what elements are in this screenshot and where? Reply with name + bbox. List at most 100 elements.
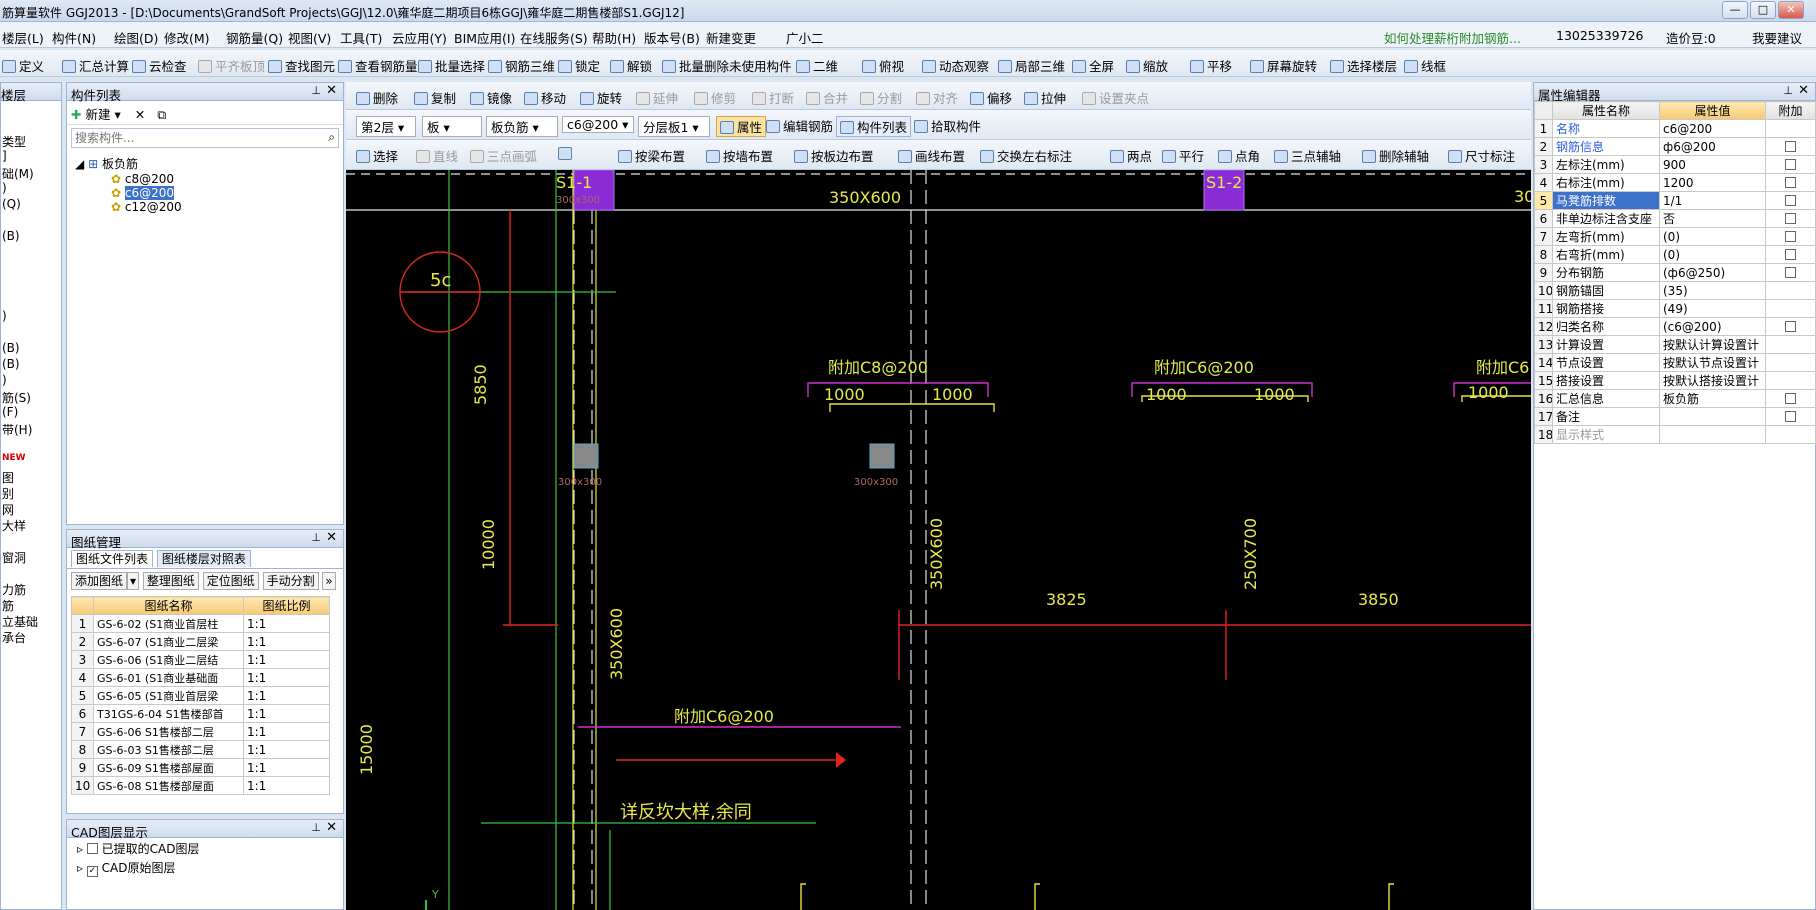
property-value[interactable] xyxy=(1659,425,1766,444)
nav-item[interactable]: 础(M) xyxy=(1,165,61,181)
s1-1-label[interactable]: S1-1 xyxy=(556,173,592,192)
nav-item[interactable]: 力筋 xyxy=(1,581,61,597)
suggest-button[interactable]: 我要建议 xyxy=(1752,28,1802,47)
property-value[interactable]: (ф6@250) xyxy=(1659,263,1766,282)
property-row[interactable]: 17 备注 xyxy=(1534,407,1816,426)
organize-drawing-button[interactable]: 整理图纸 xyxy=(142,572,199,590)
property-row[interactable]: 4 右标注(mm) 1200 xyxy=(1534,173,1816,192)
property-value[interactable]: 板负筋 xyxy=(1659,389,1766,408)
table-row[interactable]: 3 GS-6-06 (S1商业二层结 1:1 xyxy=(71,650,330,669)
toolbar-button[interactable]: 三点画弧 xyxy=(470,146,537,165)
property-row[interactable]: 13 计算设置 按默认计算设置计 xyxy=(1534,335,1816,354)
menu-item[interactable]: BIM应用(I) xyxy=(454,28,516,47)
toolbar-button[interactable]: 旋转 xyxy=(580,88,622,107)
nav-item[interactable] xyxy=(1,261,61,277)
checkbox[interactable] xyxy=(1785,140,1796,152)
layer-select[interactable]: 分层板1 ▾ xyxy=(638,116,710,137)
property-value[interactable]: 1200 xyxy=(1659,173,1766,192)
toolbar-button[interactable]: 按梁布置 xyxy=(618,146,685,165)
property-row[interactable]: 18 显示样式 xyxy=(1534,425,1816,444)
nav-item[interactable]: ] xyxy=(1,149,61,165)
hint-link[interactable]: 如何处理薪桁附加钢筋... xyxy=(1384,28,1521,47)
toolbar-button[interactable]: 局部三维 xyxy=(998,56,1065,75)
nav-item[interactable]: ) xyxy=(1,373,61,389)
nav-item[interactable] xyxy=(1,533,61,549)
toolbar-button[interactable]: 点角 xyxy=(1218,146,1260,165)
toolbar-button[interactable]: 偏移 xyxy=(970,88,1012,107)
nav-item[interactable] xyxy=(1,565,61,581)
toolbar-button[interactable]: 平移 xyxy=(1190,56,1232,75)
table-row[interactable]: 5 GS-6-05 (S1商业首层梁 1:1 xyxy=(71,686,330,705)
search-input[interactable] xyxy=(72,129,302,147)
table-row[interactable]: 6 T31GS-6-04 S1售楼部首 1:1 xyxy=(71,704,330,723)
minimize-button[interactable]: — xyxy=(1722,1,1748,19)
menu-item[interactable]: 帮助(H) xyxy=(592,28,636,47)
rebar-label-4[interactable]: 附加C6@200 xyxy=(674,707,774,726)
nav-item[interactable]: (B) xyxy=(1,341,61,357)
toolbar-button[interactable] xyxy=(558,146,575,161)
property-button[interactable]: 属性 xyxy=(716,116,767,137)
nav-item[interactable]: 筋 xyxy=(1,597,61,613)
rebar-label-2[interactable]: 附加C6@200 xyxy=(1154,358,1254,377)
toolbar-button[interactable]: 缩放 xyxy=(1126,56,1168,75)
toolbar-button[interactable]: 直线 xyxy=(416,146,458,165)
toolbar-button[interactable]: 画线布置 xyxy=(898,146,965,165)
property-row[interactable]: 5 马凳筋排数 1/1 xyxy=(1534,191,1816,210)
tree-item-selected[interactable]: ✿ c6@200 xyxy=(75,186,335,200)
menu-item[interactable]: 在线服务(S) xyxy=(520,28,588,47)
nav-item[interactable]: 图 xyxy=(1,469,61,485)
toolbar-button[interactable]: 删除辅轴 xyxy=(1362,146,1429,165)
toolbar-button[interactable]: 打断 xyxy=(752,88,794,107)
property-value[interactable]: (c6@200) xyxy=(1659,317,1766,336)
nav-item[interactable] xyxy=(1,325,61,341)
layer-item[interactable]: ▹ 已提取的CAD图层 xyxy=(67,838,343,859)
toolbar-button[interactable]: 查找图元 xyxy=(268,56,335,75)
layer-item[interactable]: ▹ ✓ CAD原始图层 xyxy=(67,859,343,877)
checkbox-checked[interactable]: ✓ xyxy=(86,866,98,877)
toolbar-button[interactable]: 批量删除未使用构件 xyxy=(662,56,792,75)
nav-item[interactable]: 立基础 xyxy=(1,613,61,629)
nav-item[interactable] xyxy=(1,245,61,261)
beam-label-vertical-2[interactable]: 350X600 xyxy=(927,518,946,590)
toolbar-button[interactable]: 合并 xyxy=(806,88,848,107)
table-row[interactable]: 7 GS-6-06 S1售楼部二层 1:1 xyxy=(71,722,330,741)
restore-button[interactable]: □ xyxy=(1750,1,1776,19)
property-row[interactable]: 11 钢筋搭接 (49) xyxy=(1534,299,1816,318)
nav-item[interactable]: 网 xyxy=(1,501,61,517)
checkbox[interactable] xyxy=(1785,194,1796,206)
toolbar-button[interactable]: 定义 xyxy=(2,56,44,75)
pin-icon[interactable]: ⊥ xyxy=(311,84,321,97)
property-row[interactable]: 15 搭接设置 按默认搭接设置计 xyxy=(1534,371,1816,390)
nav-item[interactable] xyxy=(1,101,61,117)
property-row[interactable]: 12 归类名称 (c6@200) xyxy=(1534,317,1816,336)
s1-2-label[interactable]: S1-2 xyxy=(1206,173,1242,192)
property-row[interactable]: 14 节点设置 按默认节点设置计 xyxy=(1534,353,1816,372)
tree-item[interactable]: ✿ c12@200 xyxy=(75,200,335,214)
property-value[interactable]: (49) xyxy=(1659,299,1766,318)
toolbar-button[interactable]: 全屏 xyxy=(1072,56,1114,75)
property-value[interactable]: (35) xyxy=(1659,281,1766,300)
nav-item[interactable]: (B) xyxy=(1,229,61,245)
beam-label-top[interactable]: 350X600 xyxy=(829,188,901,207)
checkbox[interactable] xyxy=(1785,266,1796,278)
nav-item[interactable]: 别 xyxy=(1,485,61,501)
type-select[interactable]: 板 ▾ xyxy=(422,116,482,137)
rebar-label-3[interactable]: 附加C6 xyxy=(1476,358,1529,377)
more-icon[interactable]: » xyxy=(322,572,336,590)
table-row[interactable]: 1 GS-6-02 (S1商业首层柱 1:1 xyxy=(71,614,330,633)
dropdown-icon[interactable]: ▾ xyxy=(127,572,140,590)
property-value[interactable]: ф6@200 xyxy=(1659,137,1766,156)
menu-item[interactable]: 云应用(Y) xyxy=(392,28,447,47)
menu-item[interactable]: 绘图(D) xyxy=(114,28,158,47)
property-value[interactable]: 按默认计算设置计 xyxy=(1659,335,1766,354)
close-icon[interactable]: ✕ xyxy=(326,530,337,545)
menu-item[interactable]: 广小二 xyxy=(786,28,824,47)
toolbar-button[interactable]: 对齐 xyxy=(916,88,958,107)
sub-select[interactable]: 板负筋 ▾ xyxy=(486,116,558,137)
property-value[interactable]: (0) xyxy=(1659,245,1766,264)
search-icon[interactable]: ⌕ xyxy=(328,130,335,145)
table-row[interactable]: 10 GS-6-08 S1售楼部屋面 1:1 xyxy=(71,776,330,795)
nav-item[interactable]: (Q) xyxy=(1,197,61,213)
close-button[interactable]: ✕ xyxy=(1778,1,1804,19)
nav-item[interactable] xyxy=(1,277,61,293)
